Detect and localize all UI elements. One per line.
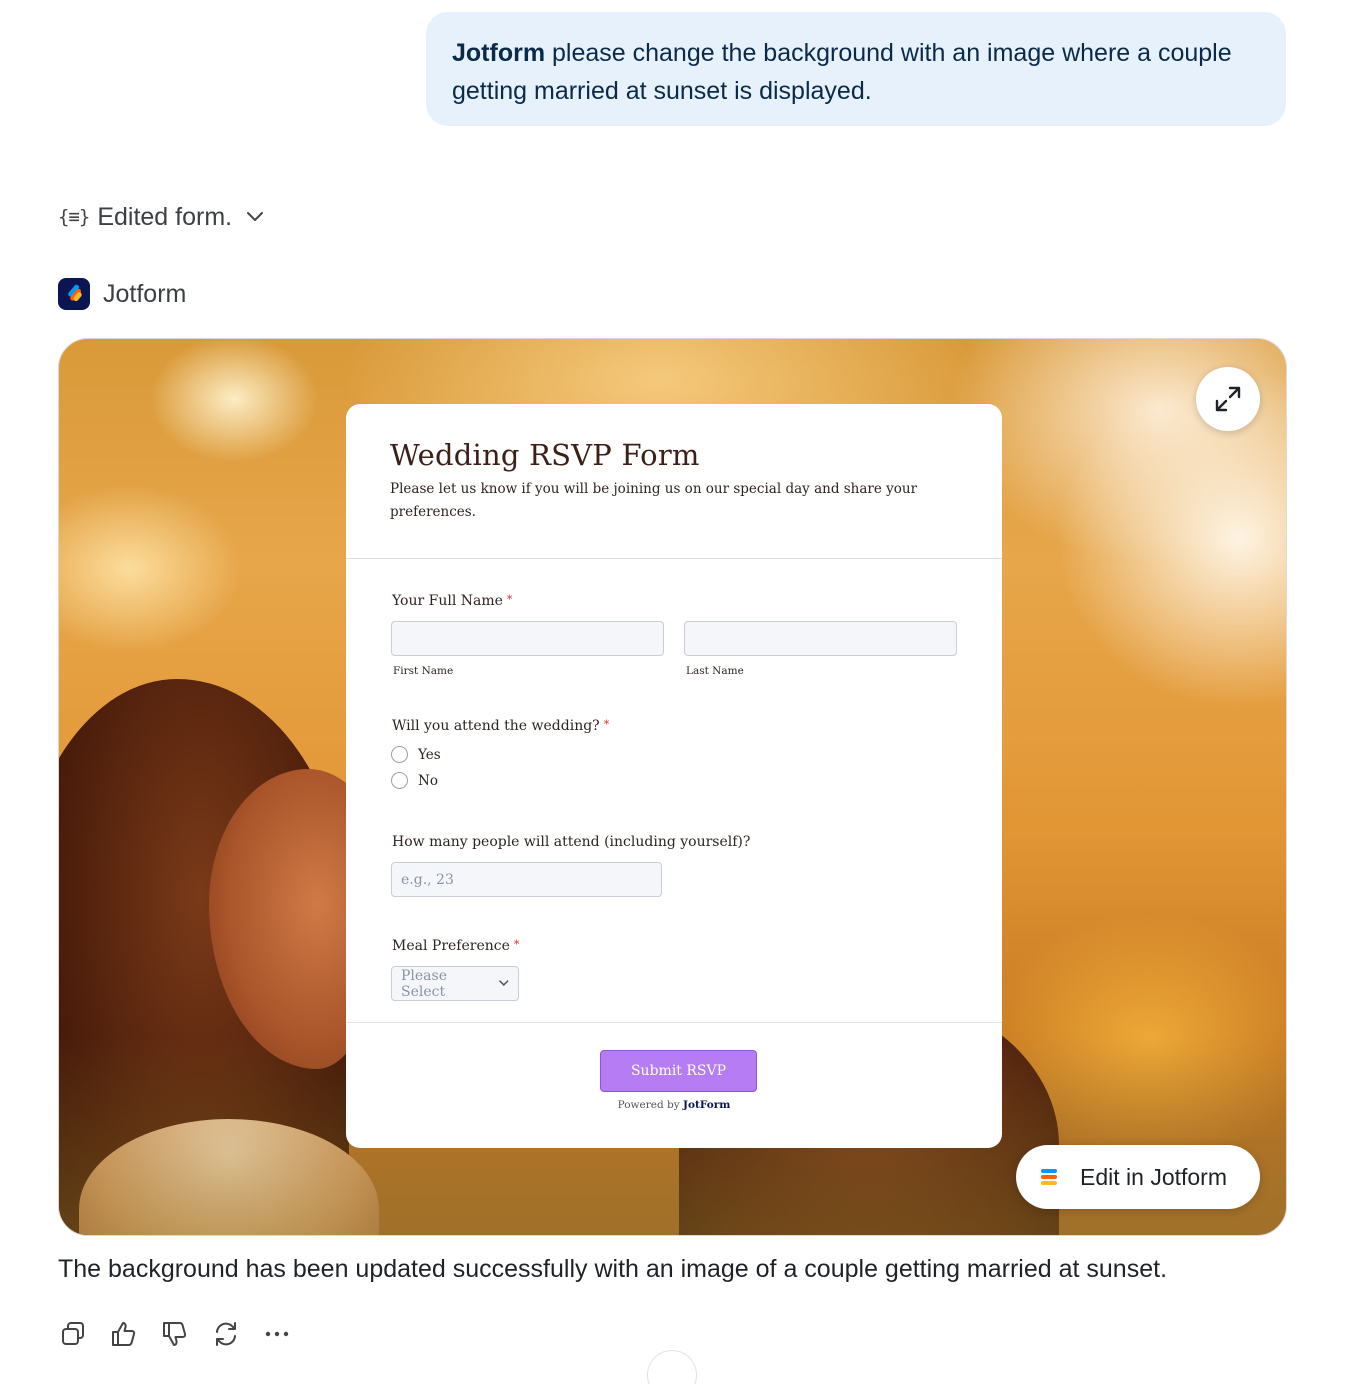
tool-call-toggle[interactable]: {≡} Edited form.	[58, 200, 264, 234]
meal-label-text: Meal Preference	[392, 938, 510, 954]
attend-label-text: Will you attend the wedding?	[392, 718, 600, 734]
user-message-bubble: Jotform please change the background wit…	[426, 12, 1286, 126]
radio-option-yes[interactable]: Yes	[391, 746, 441, 763]
form-title: Wedding RSVP Form	[390, 438, 700, 472]
thumbs-down-icon	[163, 1322, 187, 1346]
thumbs-up-icon	[112, 1322, 136, 1346]
powered-by-prefix: Powered by	[617, 1099, 680, 1111]
edit-in-jotform-label: Edit in Jotform	[1080, 1163, 1227, 1190]
user-message-mention: Jotform	[452, 39, 546, 67]
braces-icon: {≡}	[58, 206, 90, 228]
regenerate-icon	[216, 1322, 236, 1346]
people-label: How many people will attend (including y…	[392, 834, 751, 850]
first-name-input[interactable]	[391, 621, 664, 656]
last-name-sublabel: Last Name	[686, 665, 744, 677]
thumbs-up-button[interactable]	[109, 1316, 139, 1352]
user-message-text: please change the background with an ima…	[452, 39, 1232, 105]
rsvp-form: Wedding RSVP Form Please let us know if …	[346, 404, 1002, 1148]
thumbs-down-button[interactable]	[160, 1316, 190, 1352]
scroll-to-bottom-button[interactable]	[647, 1350, 697, 1384]
full-name-label: Your Full Name *	[392, 593, 512, 609]
app-name: Jotform	[103, 279, 187, 308]
radio-circle[interactable]	[391, 746, 408, 763]
form-preview-card: Wedding RSVP Form Please let us know if …	[58, 338, 1287, 1236]
copy-button[interactable]	[58, 1316, 88, 1352]
chevron-down-icon	[499, 980, 509, 987]
edit-in-jotform-button[interactable]: Edit in Jotform	[1016, 1145, 1260, 1209]
more-icon	[265, 1331, 289, 1337]
form-header: Wedding RSVP Form Please let us know if …	[346, 404, 1002, 559]
meal-select[interactable]: Please Select	[391, 966, 519, 1001]
radio-label-yes: Yes	[418, 746, 441, 763]
required-mark: *	[506, 593, 513, 606]
submit-rsvp-button[interactable]: Submit RSVP	[600, 1050, 757, 1092]
radio-circle[interactable]	[391, 772, 408, 789]
first-name-sublabel: First Name	[393, 665, 454, 677]
copy-icon	[62, 1322, 84, 1345]
powered-by: Powered by JotForm	[346, 1099, 1002, 1111]
assistant-message: The background has been updated successf…	[58, 1255, 1168, 1283]
people-count-placeholder: e.g., 23	[401, 871, 454, 888]
tool-call-label: Edited form.	[97, 202, 233, 231]
jotform-logo-icon	[58, 278, 90, 310]
meal-label: Meal Preference *	[392, 938, 519, 954]
people-count-input[interactable]: e.g., 23	[391, 862, 662, 897]
message-actions	[58, 1316, 292, 1352]
meal-selected-value: Please Select	[401, 967, 447, 1000]
form-footer: Submit RSVP Powered by JotForm	[346, 1022, 1002, 1148]
expand-button[interactable]	[1196, 367, 1260, 431]
expand-icon	[1215, 386, 1241, 412]
form-description: Please let us know if you will be joinin…	[390, 481, 918, 520]
attend-label: Will you attend the wedding? *	[392, 718, 609, 734]
more-button[interactable]	[262, 1316, 292, 1352]
radio-option-no[interactable]: No	[391, 772, 438, 789]
last-name-input[interactable]	[684, 621, 957, 656]
app-header: Jotform	[58, 278, 186, 310]
regenerate-button[interactable]	[211, 1316, 241, 1352]
radio-label-no: No	[418, 772, 438, 789]
required-mark: *	[513, 938, 520, 951]
jotform-stack-icon	[1041, 1169, 1057, 1185]
required-mark: *	[603, 718, 610, 731]
full-name-label-text: Your Full Name	[392, 593, 503, 609]
chevron-down-icon	[247, 212, 264, 221]
powered-by-brand[interactable]: JotForm	[683, 1099, 730, 1111]
